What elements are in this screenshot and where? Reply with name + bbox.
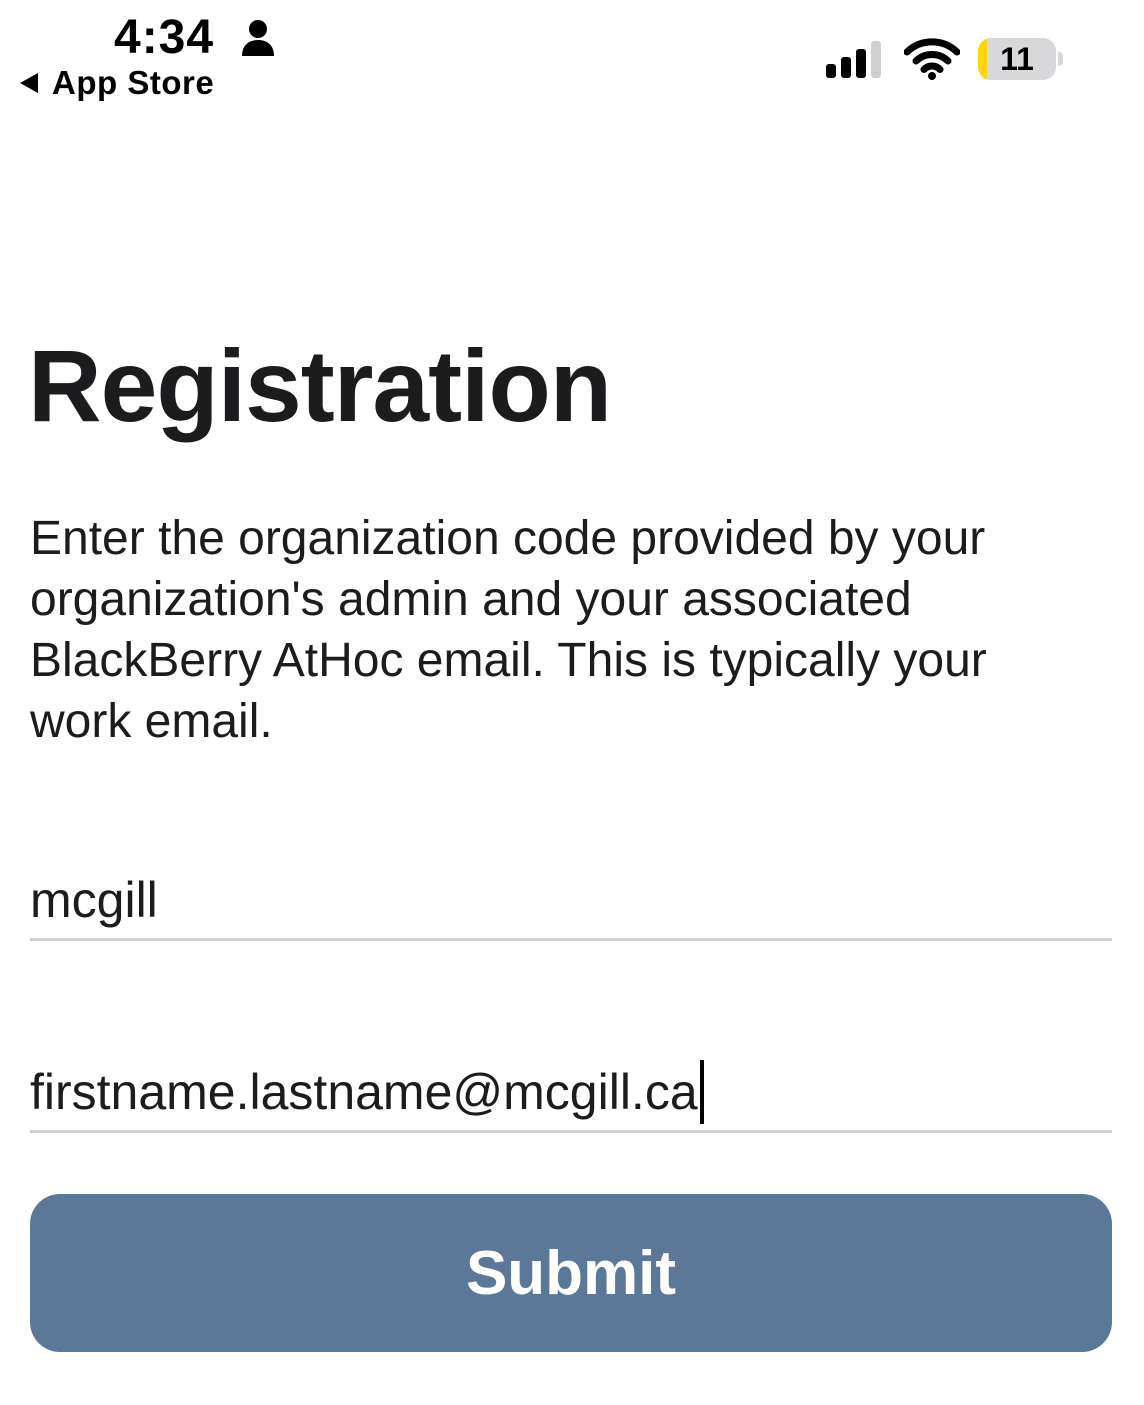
status-bar: 4:34 App Store 11	[0, 0, 1144, 110]
text-cursor	[700, 1060, 704, 1124]
submit-button[interactable]: Submit	[30, 1194, 1112, 1352]
battery-cap	[1058, 52, 1063, 66]
signal-icon	[826, 41, 881, 78]
registration-description: Enter the organization code provided by …	[30, 512, 987, 748]
organization-code-field[interactable]	[30, 868, 1112, 941]
battery-icon: 11	[978, 38, 1056, 80]
back-arrow-icon	[20, 73, 38, 93]
email-field[interactable]	[30, 1060, 1112, 1133]
back-label: App Store	[52, 64, 215, 101]
back-to-app-store-link[interactable]: App Store	[18, 64, 214, 102]
page-title: Registration	[28, 329, 612, 443]
person-icon	[242, 20, 274, 56]
organization-code-input[interactable]	[30, 868, 1112, 932]
battery-level: 11	[1000, 40, 1034, 77]
status-time: 4:34	[114, 11, 215, 64]
email-input[interactable]	[30, 1060, 1112, 1124]
wifi-icon	[904, 38, 960, 80]
